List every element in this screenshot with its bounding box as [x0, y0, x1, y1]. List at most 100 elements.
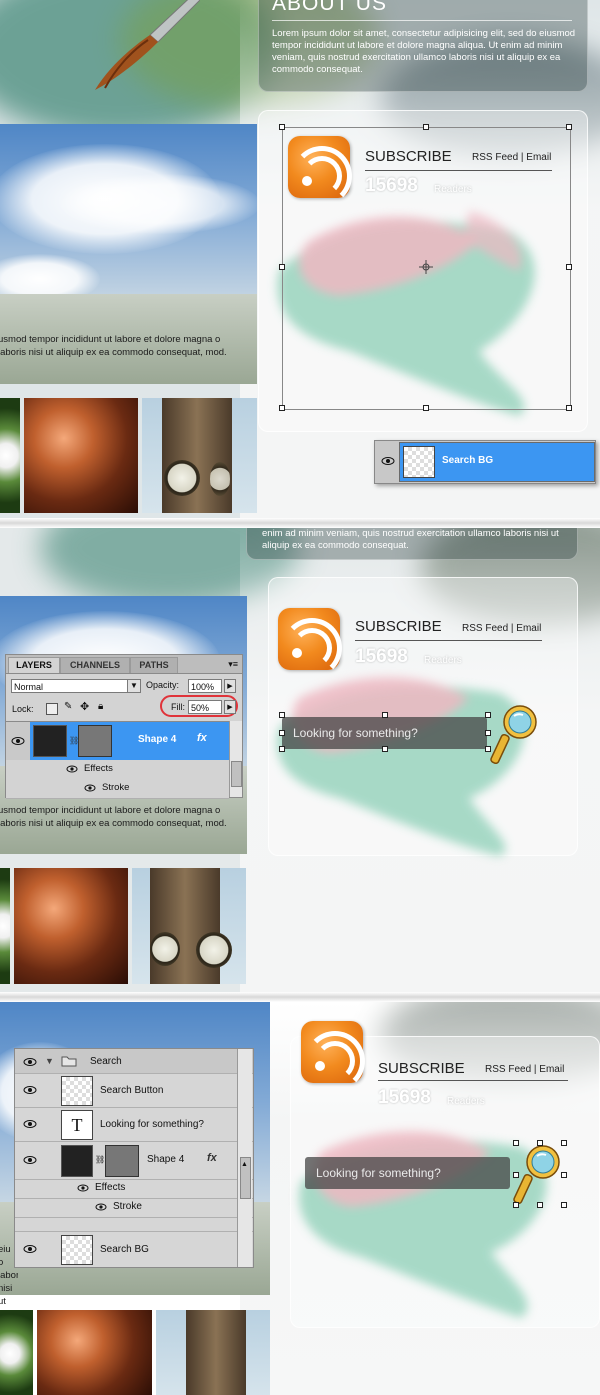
transform-handle[interactable]: [513, 1172, 519, 1178]
readers-count: 15698: [378, 1087, 431, 1108]
stroke-row[interactable]: Stroke: [15, 1198, 253, 1218]
eye-icon[interactable]: [11, 736, 25, 746]
readers-count: 15698: [355, 646, 408, 667]
search-input[interactable]: Looking for something?: [305, 1157, 510, 1189]
stroke-row[interactable]: Stroke: [6, 779, 229, 799]
transform-handle[interactable]: [537, 1140, 543, 1146]
layer-row-search-bg[interactable]: Search BG: [15, 1231, 253, 1266]
chevron-right-icon[interactable]: ▶: [224, 700, 236, 714]
transform-handle[interactable]: [382, 746, 388, 752]
layer-name: Shape 4: [147, 1154, 185, 1165]
lock-all-icon[interactable]: 🔒︎: [98, 701, 103, 712]
stroke-label: Stroke: [113, 1201, 142, 1212]
transform-handle[interactable]: [279, 264, 285, 270]
eye-icon[interactable]: [84, 784, 96, 792]
tab-channels[interactable]: CHANNELS: [60, 657, 130, 673]
lock-move-icon[interactable]: ✥: [80, 700, 89, 713]
layer-row-shape-4[interactable]: ⛓ Shape 4 fx: [15, 1141, 253, 1180]
blend-mode-select[interactable]: Normal: [11, 679, 141, 693]
transform-handle[interactable]: [279, 712, 285, 718]
scroll-thumb[interactable]: [231, 761, 242, 787]
transform-handle[interactable]: [561, 1202, 567, 1208]
separator: [0, 518, 600, 528]
eye-icon[interactable]: [381, 456, 395, 466]
transform-handle[interactable]: [513, 1202, 519, 1208]
subscribe-links[interactable]: RSS Feed | Email: [485, 1064, 564, 1075]
clock-face: [196, 932, 232, 968]
transform-handle[interactable]: [537, 1202, 543, 1208]
eye-icon[interactable]: [66, 765, 78, 773]
layer-row-text[interactable]: T Looking for something?: [15, 1107, 253, 1142]
transform-handle[interactable]: [423, 405, 429, 411]
effects-row[interactable]: Effects: [15, 1179, 253, 1199]
chevron-up-icon[interactable]: ▲: [241, 1161, 248, 1168]
separator: [0, 992, 600, 1002]
eye-icon[interactable]: [23, 1057, 37, 1067]
clock-face: [164, 460, 200, 496]
transform-handle[interactable]: [566, 405, 572, 411]
eye-icon[interactable]: [95, 1203, 107, 1211]
thumb-violin: [24, 398, 138, 513]
layers-panel: LAYERS CHANNELS PATHS ▾≡ Normal ▼ Opacit…: [5, 654, 243, 799]
about-text: Lorem ipsum dolor sit amet, consectetur …: [272, 28, 576, 75]
layer-row-shape-4[interactable]: ⛓ Shape 4 fx: [30, 722, 229, 760]
fill-label: Fill:: [171, 702, 185, 712]
thumb-big-ben: [142, 398, 257, 513]
layer-row-popup: Search BG: [374, 440, 596, 484]
layer-list-scrollbar[interactable]: ▲: [237, 1049, 252, 1267]
transform-handle[interactable]: [279, 730, 285, 736]
layer-thumbnail: [61, 1076, 93, 1106]
layer-list-scrollbar[interactable]: [229, 721, 242, 797]
subscribe-links[interactable]: RSS Feed | Email: [462, 623, 541, 634]
lock-transparent-icon[interactable]: [46, 703, 58, 715]
transform-handle[interactable]: [513, 1140, 519, 1146]
magnifier-icon[interactable]: [490, 702, 542, 768]
chevron-down-icon[interactable]: ▼: [127, 680, 140, 692]
eye-icon[interactable]: [23, 1244, 37, 1254]
search-input[interactable]: Looking for something?: [282, 717, 487, 749]
lock-brush-icon[interactable]: ✎: [64, 701, 72, 712]
rss-icon[interactable]: [278, 608, 342, 678]
rss-icon[interactable]: [301, 1021, 365, 1091]
readers-label: Readers: [447, 1096, 485, 1107]
layer-thumbnail: [403, 446, 435, 478]
layer-row-search-bg[interactable]: Search BG: [399, 442, 595, 482]
panel-menu-icon[interactable]: ▾≡: [228, 659, 238, 670]
chevron-down-icon[interactable]: ▼: [45, 1056, 54, 1066]
transform-handle[interactable]: [279, 124, 285, 130]
transform-handle[interactable]: [561, 1172, 567, 1178]
fx-icon[interactable]: fx: [197, 732, 207, 744]
eye-icon[interactable]: [23, 1085, 37, 1095]
group-row-search[interactable]: ▼ Search: [15, 1049, 253, 1074]
chevron-right-icon[interactable]: ▶: [224, 679, 236, 693]
magnifier-icon[interactable]: [513, 1142, 565, 1208]
thumb-flower: [0, 1310, 33, 1395]
layer-name: Shape 4: [138, 734, 177, 745]
transform-handle[interactable]: [382, 712, 388, 718]
fill-input[interactable]: 50%: [188, 700, 222, 714]
screenshot-panel-1: ABOUT US Lorem ipsum dolor sit amet, con…: [0, 0, 600, 518]
transform-handle[interactable]: [279, 746, 285, 752]
tab-layers[interactable]: LAYERS: [8, 657, 60, 673]
eye-icon[interactable]: [23, 1155, 37, 1165]
opacity-input[interactable]: 100%: [188, 679, 222, 693]
fx-icon[interactable]: fx: [207, 1152, 217, 1164]
eye-icon[interactable]: [23, 1119, 37, 1129]
layer-name: Search Button: [100, 1085, 164, 1096]
transform-handle[interactable]: [566, 264, 572, 270]
subscribe-title: SUBSCRIBE: [378, 1060, 465, 1077]
transform-handle[interactable]: [279, 405, 285, 411]
about-text: enim ad minim veniam, quis nostrud exerc…: [262, 528, 559, 551]
transform-handle[interactable]: [561, 1140, 567, 1146]
layer-row-search-button[interactable]: Search Button: [15, 1073, 253, 1108]
effects-row[interactable]: Effects: [6, 760, 229, 780]
about-title: ABOUT US: [272, 0, 387, 15]
eye-icon[interactable]: [77, 1184, 89, 1192]
transform-handle[interactable]: [423, 124, 429, 130]
vector-mask-thumbnail: [78, 725, 112, 757]
transform-handle[interactable]: [566, 124, 572, 130]
tab-paths[interactable]: PATHS: [130, 657, 178, 673]
link-icon: ⛓: [95, 1155, 106, 1164]
cloud: [60, 174, 257, 234]
layer-thumbnail: [33, 725, 67, 757]
